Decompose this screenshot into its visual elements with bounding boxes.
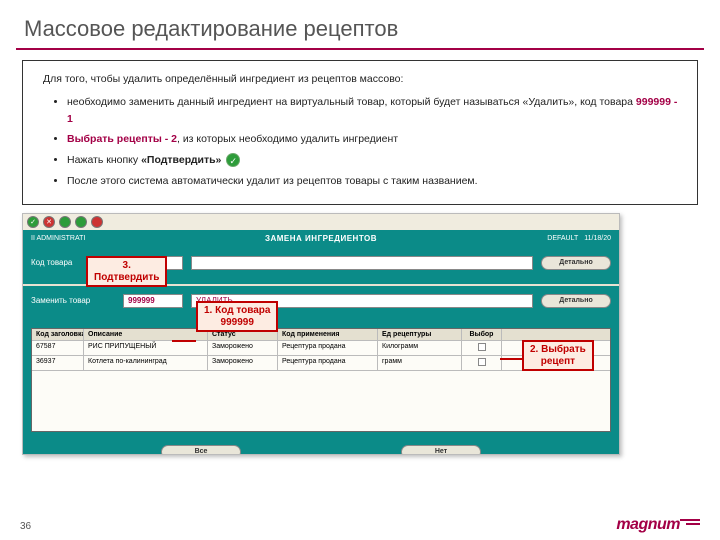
form-row-replace: Заменить товар 999999 УДАЛИТЬ Детально — [31, 294, 611, 308]
app-screenshot: ✓ ✕ II ADMINISTRATI ЗАМЕНА ИНГРЕДИЕНТОВ … — [22, 213, 620, 455]
col-header: Описание — [84, 329, 208, 340]
instructions-intro: Для того, чтобы удалить определённый инг… — [43, 71, 681, 88]
brand-logo: magnum — [616, 516, 700, 534]
details-button[interactable]: Детально — [541, 256, 611, 270]
callout-confirm: 3.Подтвердить — [86, 256, 167, 287]
callout-code: 1. Код товара999999 — [196, 301, 278, 332]
title-underline — [16, 48, 704, 50]
col-header: Код применения — [278, 329, 378, 340]
instruction-item: Нажать кнопку «Подтвердить» ✓ — [67, 152, 681, 169]
select-none-button[interactable]: Нет — [401, 445, 481, 455]
callout-select: 2. Выбратьрецепт — [522, 340, 594, 371]
table-empty-area — [32, 371, 610, 431]
page-title: Массовое редактирование рецептов — [0, 0, 720, 48]
app-toolbar: ✓ ✕ — [23, 214, 619, 230]
source-name-input[interactable] — [191, 256, 533, 270]
details-button[interactable]: Детально — [541, 294, 611, 308]
check-circle-icon: ✓ — [226, 153, 240, 167]
instruction-item: необходимо заменить данный ингредиент на… — [67, 94, 681, 128]
select-all-button[interactable]: Все — [161, 445, 241, 455]
table-header-row: Код заголовка Описание Статус Код примен… — [32, 329, 610, 341]
app-header-title: ЗАМЕНА ИНГРЕДИЕНТОВ — [151, 234, 491, 243]
callout-connector — [500, 358, 522, 360]
page-number: 36 — [20, 521, 31, 532]
instruction-item: Выбрать рецепты - 2, из которых необходи… — [67, 131, 681, 148]
instructions-panel: Для того, чтобы удалить определённый инг… — [22, 60, 698, 205]
app-footer: Все Нет — [23, 440, 619, 455]
callout-connector — [172, 340, 196, 342]
app-header: II ADMINISTRATI ЗАМЕНА ИНГРЕДИЕНТОВ DEFA… — [23, 230, 619, 248]
field-label: Заменить товар — [31, 296, 115, 305]
toolbar-button[interactable] — [75, 216, 87, 228]
toolbar-close-icon[interactable]: ✕ — [43, 216, 55, 228]
wing-icon — [678, 519, 700, 529]
select-checkbox[interactable] — [478, 358, 486, 366]
toolbar-check-icon[interactable]: ✓ — [27, 216, 39, 228]
instruction-item: После этого система автоматически удалит… — [67, 173, 681, 190]
select-checkbox[interactable] — [478, 343, 486, 351]
toolbar-button[interactable] — [59, 216, 71, 228]
toolbar-button[interactable] — [91, 216, 103, 228]
col-header: Выбор — [462, 329, 502, 340]
col-header: Ед рецептуры — [378, 329, 462, 340]
replace-code-input[interactable]: 999999 — [123, 294, 183, 308]
col-header: Код заголовка — [32, 329, 84, 340]
